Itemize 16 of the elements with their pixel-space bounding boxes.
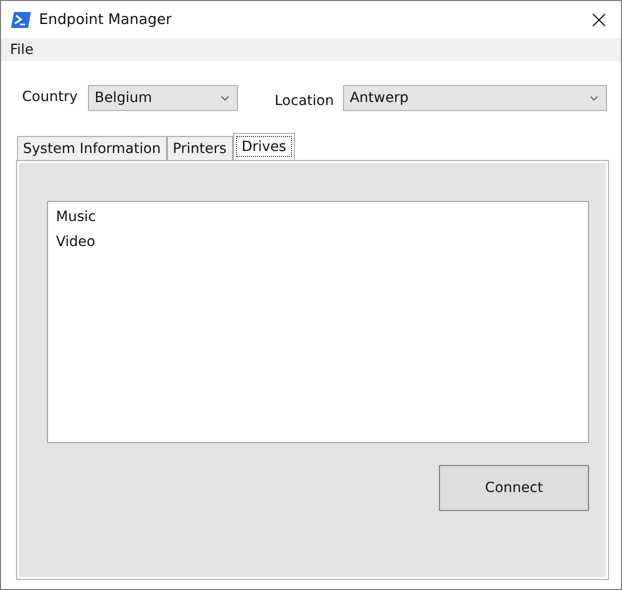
country-label: Country: [22, 89, 78, 105]
list-item[interactable]: Music: [56, 207, 580, 232]
close-icon[interactable]: [592, 12, 606, 26]
location-label: Location: [274, 93, 334, 109]
tab[interactable]: Drives: [232, 133, 296, 160]
country-dropdown[interactable]: Belgium: [88, 85, 238, 111]
location-dropdown[interactable]: Antwerp: [342, 85, 607, 111]
window-title: Endpoint Manager: [39, 12, 172, 28]
chevron-icon: [590, 96, 598, 100]
terminal-icon: [11, 12, 31, 28]
connect-button[interactable]: Connect: [439, 465, 589, 511]
tab[interactable]: System Information: [17, 136, 167, 160]
list-item[interactable]: Video: [56, 232, 580, 257]
chevron-icon: [220, 96, 229, 100]
menu-item[interactable]: File: [10, 42, 34, 58]
tab[interactable]: Printers: [166, 136, 233, 160]
